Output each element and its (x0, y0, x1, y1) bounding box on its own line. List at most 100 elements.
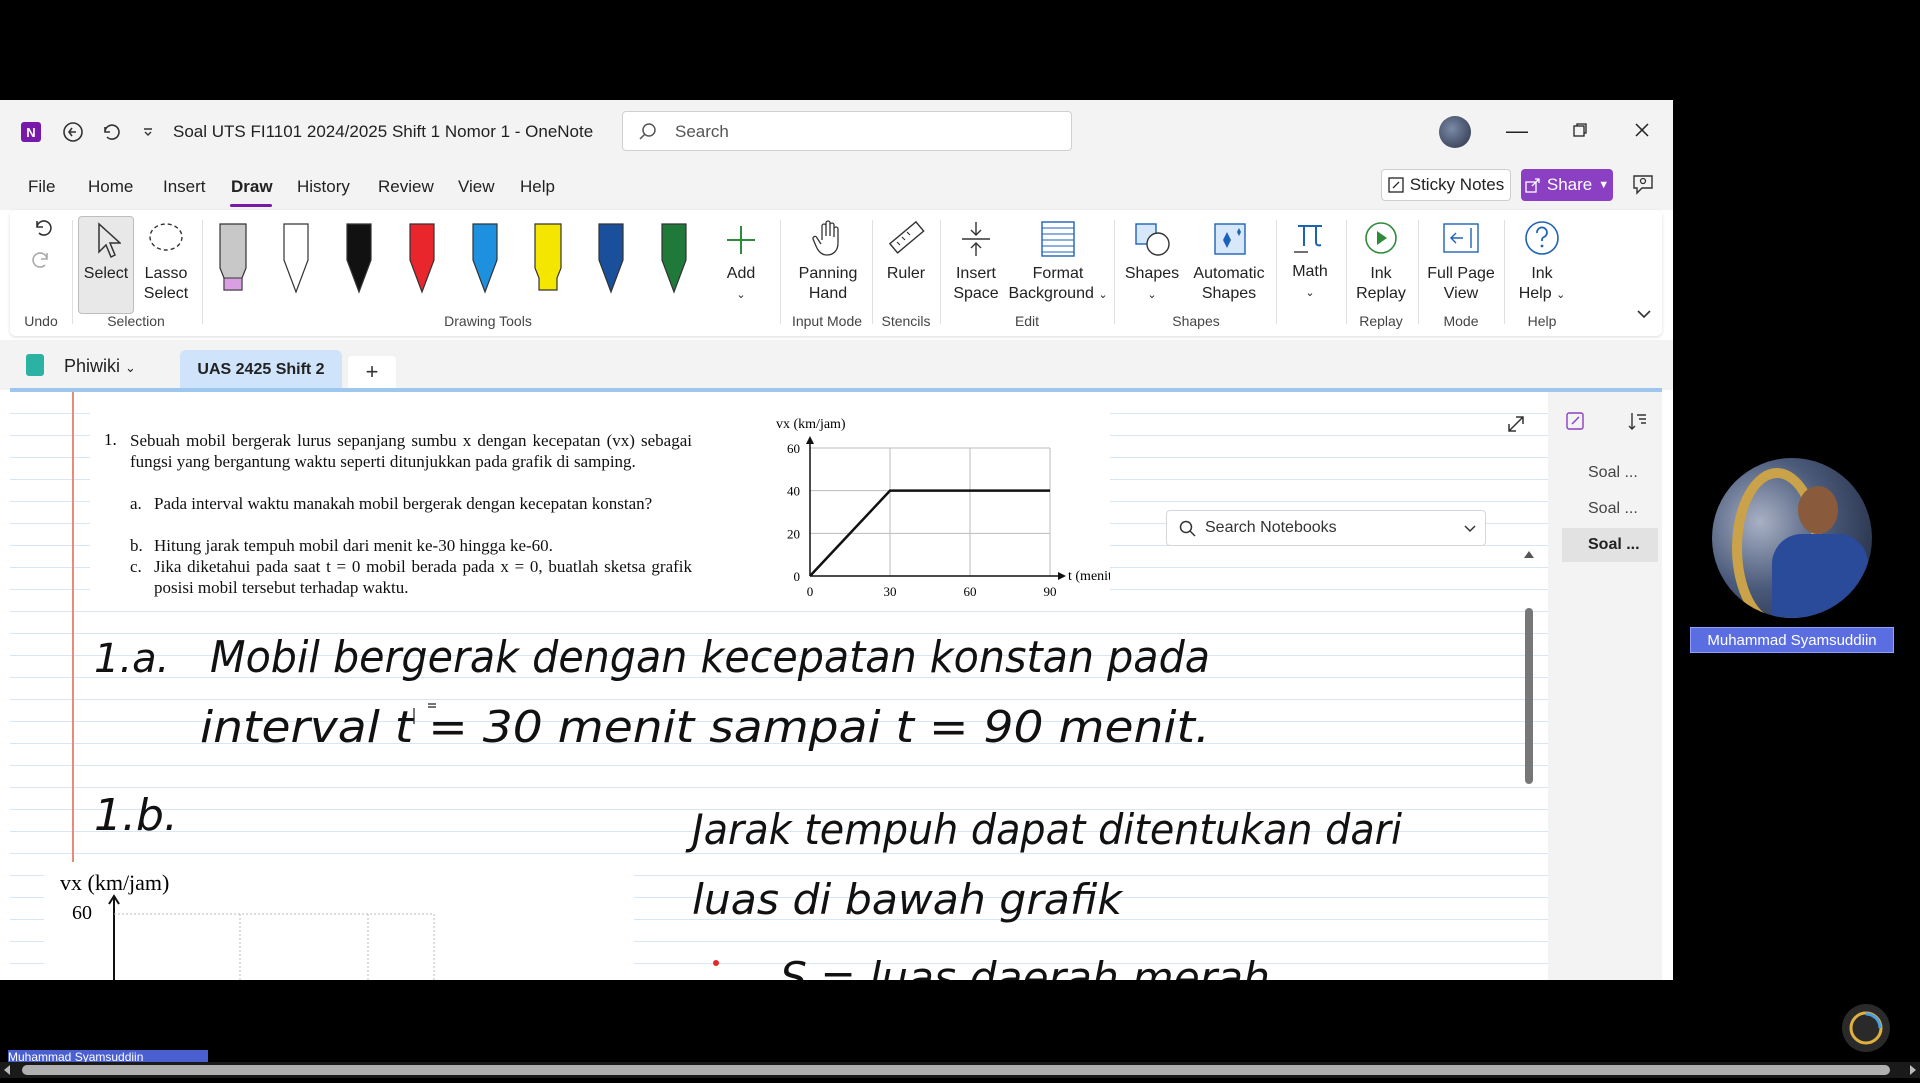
menu-view[interactable]: View (458, 177, 495, 197)
ribbon-separator (1418, 220, 1419, 324)
menu-help[interactable]: Help (520, 177, 555, 197)
sticky-note-icon (1388, 177, 1404, 193)
pasted-chart-image[interactable]: vx (km/jam) 60 (44, 862, 634, 980)
expand-icon[interactable] (1505, 413, 1527, 435)
ink-help-label-line2: Help (1518, 285, 1552, 302)
hw-answer-a-label: 1.a. (94, 636, 169, 682)
chevron-down-icon: ▼ (1598, 179, 1610, 191)
ruler-button[interactable]: Ruler (876, 218, 936, 284)
meeting-app-icon[interactable] (1840, 1002, 1892, 1054)
panning-hand-button[interactable]: Panning Hand (788, 218, 868, 304)
math-button[interactable]: Math ⌄ (1280, 216, 1340, 303)
group-label-undo: Undo (24, 313, 58, 329)
hw-answer-b-line2: luas di bawah grafik (692, 875, 1124, 924)
participant-video (1712, 458, 1872, 618)
ink-replay-button[interactable]: Ink Replay (1352, 218, 1410, 304)
ribbon-separator (872, 220, 873, 324)
automatic-shapes-button[interactable]: Automatic Shapes (1186, 218, 1272, 304)
group-label-help: Help (1527, 313, 1557, 329)
minimize-icon[interactable]: — (1497, 118, 1537, 144)
menu-draw[interactable]: Draw (231, 177, 273, 197)
insert-space-label-line2: Space (953, 285, 999, 302)
feedback-icon[interactable] (1630, 172, 1656, 198)
search-placeholder: Search (675, 122, 729, 141)
chevron-down-icon (1464, 525, 1476, 533)
search-box[interactable]: Search (622, 111, 1072, 151)
lasso-select-button[interactable]: Lasso Select (138, 222, 194, 304)
notebook-name[interactable]: Phiwiki ⌄ (64, 356, 136, 377)
automatic-shapes-icon (1214, 223, 1246, 255)
ribbon-redo-button[interactable] (28, 250, 56, 276)
format-background-button[interactable]: Format Background ⌄ (1008, 218, 1108, 305)
insert-space-icon (962, 222, 990, 256)
chevron-down-icon: ⌄ (736, 289, 746, 301)
ink-replay-label-line2: Replay (1356, 285, 1406, 302)
menu-file[interactable]: File (28, 177, 55, 197)
back-icon[interactable] (60, 120, 86, 144)
select-button[interactable]: Select (78, 222, 134, 284)
undo-icon[interactable] (97, 120, 123, 144)
note-page[interactable]: 1. Sebuah mobil bergerak lurus sepanjang… (10, 392, 1550, 980)
pen-3[interactable] (342, 220, 376, 300)
auto-shapes-label-line2: Shapes (1201, 285, 1257, 302)
page-list-item[interactable]: Soal ... (1562, 492, 1658, 526)
menu-review[interactable]: Review (378, 177, 434, 197)
insert-space-button[interactable]: Insert Space (944, 218, 1008, 304)
lasso-label-line1: Lasso (144, 265, 188, 282)
sticky-notes-button[interactable]: Sticky Notes (1381, 169, 1511, 201)
notebook-icon (26, 354, 44, 376)
pen-icon (598, 223, 624, 294)
menu-bar: File Home Insert Draw History Review Vie… (0, 164, 1673, 210)
section-tab[interactable]: UAS 2425 Shift 2 (180, 350, 342, 390)
page-background-icon (1041, 221, 1075, 257)
pen-icon (409, 223, 435, 294)
chevron-down-icon: ⌄ (1147, 289, 1157, 301)
share-label: Share (1546, 175, 1593, 194)
pen-5[interactable] (468, 220, 502, 300)
ribbon-collapse-button[interactable] (1634, 308, 1654, 324)
pen-4[interactable] (405, 220, 439, 300)
shapes-button[interactable]: Shapes ⌄ (1120, 218, 1184, 305)
search-notebooks-box[interactable]: Search Notebooks (1166, 510, 1486, 546)
shapes-icon (1135, 223, 1170, 256)
account-avatar[interactable] (1439, 116, 1471, 148)
highlighter-icon (534, 223, 562, 291)
search-notebooks-label: Search Notebooks (1205, 519, 1337, 536)
pen-6[interactable] (531, 220, 565, 300)
quick-access-dropdown-icon[interactable] (138, 120, 158, 144)
chevron-down-icon (1637, 310, 1651, 319)
pen-1[interactable] (216, 220, 250, 300)
pen-8[interactable] (657, 220, 691, 300)
shapes-label: Shapes (1124, 265, 1180, 282)
ink-help-button[interactable]: Ink Help ⌄ (1510, 218, 1574, 305)
page-scrollbar[interactable] (1522, 548, 1536, 980)
page-list-item-active[interactable]: Soal ... (1562, 528, 1658, 562)
participant-face (1798, 486, 1838, 534)
ribbon-separator (1346, 220, 1347, 324)
ribbon-separator (940, 220, 941, 324)
hw-answer-b-line3: S = luas daerah merah (780, 953, 1270, 980)
share-button[interactable]: Share ▼ (1521, 169, 1613, 201)
page-list-pane: Soal ... Soal ... Soal ... (1548, 392, 1662, 980)
menu-history[interactable]: History (297, 177, 350, 197)
menu-insert[interactable]: Insert (163, 177, 206, 197)
page-list-item[interactable]: Soal ... (1562, 456, 1658, 490)
menu-home[interactable]: Home (88, 177, 133, 197)
horizontal-scrollbar[interactable] (0, 1062, 1920, 1078)
pasted-chart-axes (108, 894, 435, 980)
ribbon-undo-button[interactable] (28, 218, 56, 244)
close-icon[interactable] (1622, 118, 1662, 144)
add-label: Add (726, 265, 756, 282)
add-section-button[interactable]: + (348, 356, 396, 388)
restore-icon[interactable] (1560, 118, 1600, 144)
pen-icon (346, 223, 372, 294)
document-title: Soal UTS FI1101 2024/2025 Shift 1 Nomor … (173, 122, 594, 141)
add-page-icon[interactable] (1564, 410, 1586, 432)
hand-icon (812, 220, 839, 256)
sort-icon[interactable] (1626, 410, 1648, 432)
full-page-view-button[interactable]: Full Page View (1424, 218, 1498, 304)
pen-2[interactable] (279, 220, 313, 300)
pen-7[interactable] (594, 220, 628, 300)
add-pen-button[interactable]: Add ⌄ (716, 220, 766, 305)
hw-answer-b-label: 1.b. (94, 790, 178, 841)
